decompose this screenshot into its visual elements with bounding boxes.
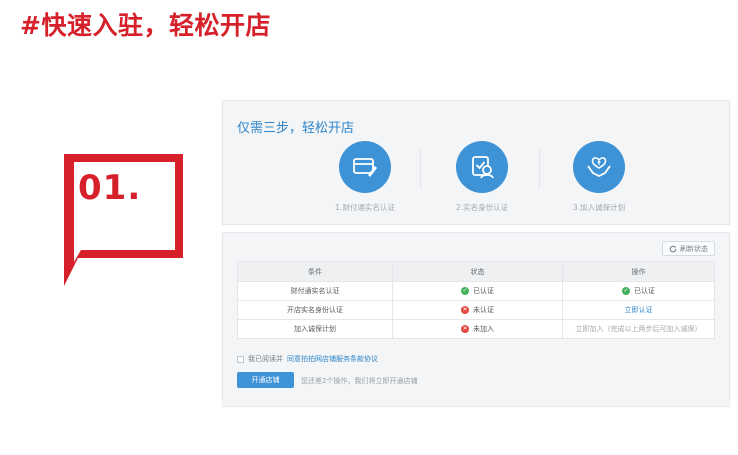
column-header: 条件 [237, 261, 393, 282]
refresh-icon [669, 245, 677, 252]
status-cell: ✕ 未认证 [392, 300, 563, 320]
status-text: 未认证 [473, 306, 494, 314]
status-text: 已认证 [473, 287, 494, 295]
table-row: 财付通实名认证 ✓ 已认证 ✓ 已认证 [237, 281, 715, 301]
check-circle-icon: ✓ [622, 287, 630, 295]
check-circle-icon: ✓ [461, 287, 469, 295]
action-cell: ✓ 已认证 [562, 281, 715, 301]
agree-prefix: 我已阅读并 [248, 355, 283, 363]
action-cell: 立即认证 [562, 300, 715, 320]
column-header: 操作 [562, 261, 715, 282]
open-store-button[interactable]: 开通店铺 [237, 372, 294, 388]
table-header-row: 条件 状态 操作 [237, 261, 715, 282]
badge-number: 01. [78, 168, 142, 208]
steps-panel: 仅需三步，轻松开店 1.财付通实名认证 2.实名身份认证 3.加入诚保计划 [222, 100, 730, 225]
condition-cell: 财付通实名认证 [237, 281, 393, 301]
action-text: 已认证 [634, 287, 655, 295]
step-label: 3.加入诚保计划 [572, 203, 626, 212]
agree-checkbox[interactable] [237, 355, 244, 363]
id-verify-icon [456, 141, 508, 193]
step-3: 3.加入诚保计划 [529, 141, 669, 213]
join-now-link[interactable]: 立即加入（完成以上两步后可加入诚保） [576, 325, 702, 333]
error-circle-icon: ✕ [461, 325, 469, 333]
step-number-badge: 01. [60, 150, 190, 290]
requirements-table: 条件 状态 操作 财付通实名认证 ✓ 已认证 ✓ 已认证 开店实名身份认证 ✕ 未认证 [237, 261, 715, 339]
condition-cell: 加入诚保计划 [237, 319, 393, 339]
terms-link[interactable]: 同意拍拍网店铺服务条款协议 [287, 354, 378, 364]
status-cell: ✕ 未加入 [392, 319, 563, 339]
condition-cell: 开店实名身份认证 [237, 300, 393, 320]
column-header: 状态 [392, 261, 563, 282]
status-cell: ✓ 已认证 [392, 281, 563, 301]
refresh-status-button[interactable]: 刷新状态 [662, 241, 715, 256]
verify-now-link[interactable]: 立即认证 [625, 306, 653, 314]
id-card-icon [339, 141, 391, 193]
hands-heart-icon [573, 141, 625, 193]
steps-title: 仅需三步，轻松开店 [237, 121, 355, 136]
action-cell: 立即加入（完成以上两步后可加入诚保） [562, 319, 715, 339]
status-panel: 刷新状态 条件 状态 操作 财付通实名认证 ✓ 已认证 ✓ 已认证 开店实名身份认证 [222, 232, 730, 407]
status-text: 未加入 [473, 325, 494, 333]
table-row: 开店实名身份认证 ✕ 未认证 立即认证 [237, 300, 715, 320]
refresh-label: 刷新状态 [680, 244, 708, 253]
remaining-steps-hint: 您还差2个操作，我们将立即开通店铺 [301, 377, 418, 385]
table-row: 加入诚保计划 ✕ 未加入 立即加入（完成以上两步后可加入诚保） [237, 319, 715, 339]
agreement-row: 我已阅读并 同意拍拍网店铺服务条款协议 [237, 354, 378, 364]
error-circle-icon: ✕ [461, 306, 469, 314]
page-headline: #快速入驻，轻松开店 [20, 11, 271, 40]
